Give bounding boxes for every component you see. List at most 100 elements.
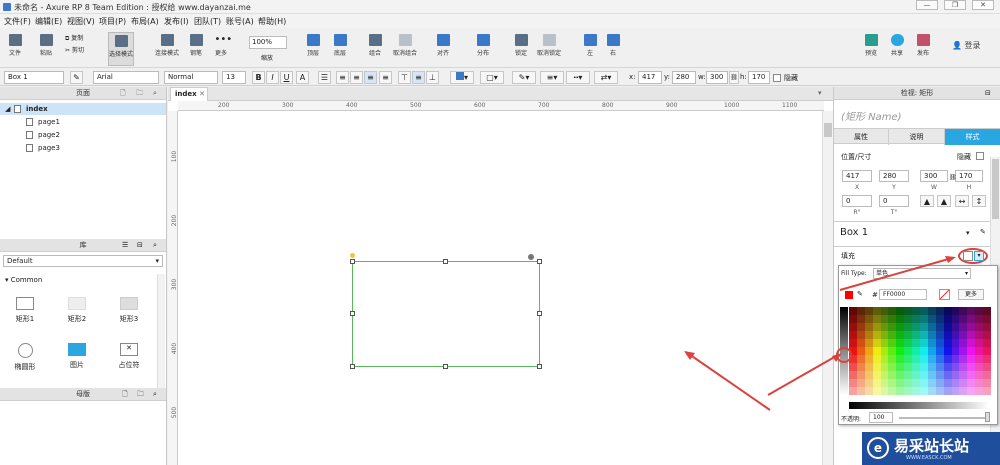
color-swatch[interactable] [888, 371, 897, 379]
group-button[interactable]: 组合 [362, 32, 388, 66]
color-swatch[interactable] [896, 387, 905, 395]
close-tab-icon[interactable]: ✕ [199, 90, 205, 98]
color-swatch[interactable] [872, 323, 881, 331]
color-swatch[interactable] [919, 315, 928, 323]
zoom-select[interactable]: 100% [249, 36, 287, 49]
color-swatch[interactable] [943, 355, 952, 363]
align-center-icon[interactable]: ≡ [350, 71, 363, 84]
color-swatch[interactable] [943, 307, 952, 315]
stretch-h-icon[interactable]: ↔ [955, 195, 969, 207]
color-swatch[interactable] [983, 339, 991, 347]
color-swatch[interactable] [904, 379, 913, 387]
color-swatch[interactable] [904, 323, 913, 331]
text-rotation-field[interactable]: 0 [879, 195, 909, 207]
color-swatch[interactable] [849, 339, 857, 347]
page-page2[interactable]: page2 [38, 131, 60, 139]
stretch-v-icon[interactable]: ↕ [972, 195, 986, 207]
color-swatch[interactable] [959, 387, 968, 395]
color-swatch[interactable] [935, 379, 944, 387]
file-button[interactable]: 文件 [2, 32, 28, 66]
color-swatch[interactable] [856, 387, 865, 395]
resize-handle[interactable] [350, 311, 355, 316]
menu-file[interactable]: 文件(F) [4, 16, 31, 27]
color-swatch[interactable] [896, 371, 905, 379]
color-swatch[interactable] [880, 339, 889, 347]
menu-account[interactable]: 账号(A) [226, 16, 254, 27]
color-swatch[interactable] [912, 363, 920, 371]
color-swatch[interactable] [967, 387, 976, 395]
color-swatch[interactable] [912, 371, 920, 379]
resize-handle[interactable] [537, 259, 542, 264]
align-left-icon[interactable]: ≡ [336, 71, 349, 84]
color-swatch[interactable] [951, 315, 960, 323]
corner-radius-handle[interactable] [350, 253, 355, 258]
font-size-select[interactable]: 13 [222, 71, 246, 84]
widget-style-select[interactable]: Box 1 [4, 71, 64, 84]
gray-strip[interactable] [849, 402, 989, 409]
color-swatch[interactable] [935, 355, 944, 363]
color-swatch[interactable] [912, 323, 920, 331]
font-color-icon[interactable]: A [296, 71, 309, 84]
color-swatch[interactable] [864, 331, 873, 339]
color-swatch[interactable] [849, 387, 857, 395]
preview-button[interactable]: 预览 [858, 32, 884, 66]
color-swatch[interactable] [856, 307, 865, 315]
shadow-button[interactable]: ▢▾ [480, 71, 504, 84]
color-swatch[interactable] [849, 363, 857, 371]
color-swatch[interactable] [880, 331, 889, 339]
color-swatch[interactable] [919, 387, 928, 395]
w-field[interactable]: 300 [920, 170, 948, 182]
library-item-image[interactable]: 图片 [57, 343, 97, 370]
fill-color-button[interactable]: ▾ [450, 71, 474, 84]
library-item-rect1[interactable]: 矩形1 [5, 297, 45, 324]
color-swatch[interactable] [935, 339, 944, 347]
color-swatch[interactable] [927, 315, 936, 323]
color-swatch[interactable] [927, 323, 936, 331]
color-swatch[interactable] [983, 315, 991, 323]
color-swatch[interactable] [935, 371, 944, 379]
color-swatch[interactable] [880, 371, 889, 379]
color-swatch[interactable] [912, 307, 920, 315]
valign-middle-icon[interactable]: ≡ [412, 71, 425, 84]
page-index[interactable]: index [26, 105, 48, 113]
resize-handle[interactable] [537, 311, 542, 316]
color-swatch[interactable] [983, 307, 991, 315]
select-mode-button[interactable]: 选择模式 [108, 32, 134, 66]
color-swatch[interactable] [975, 323, 984, 331]
masters-search-icon[interactable]: ⌕ [153, 390, 157, 399]
color-swatch[interactable] [959, 307, 968, 315]
color-swatch[interactable] [943, 379, 952, 387]
tab-style[interactable]: 样式 [945, 129, 1000, 145]
inspector-close-icon[interactable]: ⊟ [985, 89, 991, 97]
no-fill-icon[interactable] [939, 289, 950, 300]
color-swatch[interactable] [935, 387, 944, 395]
canvas-scrollbar[interactable] [822, 111, 833, 465]
add-folder-icon[interactable]: 🗀 [136, 89, 143, 100]
color-swatch[interactable] [959, 355, 968, 363]
menu-edit[interactable]: 编辑(E) [35, 16, 62, 27]
italic-button[interactable]: I [266, 71, 279, 84]
color-swatch[interactable] [919, 363, 928, 371]
color-swatch[interactable] [896, 347, 905, 355]
align-justify-icon[interactable]: ≡ [379, 71, 392, 84]
color-swatch[interactable] [927, 387, 936, 395]
right-pane-button[interactable]: 右 [600, 32, 626, 66]
opacity-slider[interactable] [899, 417, 989, 419]
color-swatch[interactable] [896, 331, 905, 339]
color-swatch[interactable] [975, 363, 984, 371]
color-swatch[interactable] [856, 379, 865, 387]
color-swatch[interactable] [912, 379, 920, 387]
color-swatch[interactable] [919, 347, 928, 355]
tab-index[interactable]: index ✕ [170, 87, 208, 101]
color-swatch[interactable] [975, 339, 984, 347]
valign-bottom-icon[interactable]: ⊥ [426, 71, 439, 84]
color-swatch[interactable] [888, 323, 897, 331]
color-swatch[interactable] [967, 307, 976, 315]
color-swatch[interactable] [951, 307, 960, 315]
color-swatch[interactable] [856, 323, 865, 331]
color-swatch[interactable] [849, 315, 857, 323]
resize-handle[interactable] [350, 364, 355, 369]
color-swatch[interactable] [927, 307, 936, 315]
fill-type-select[interactable]: 单色 ▾ [873, 268, 971, 279]
menu-help[interactable]: 帮助(H) [258, 16, 286, 27]
